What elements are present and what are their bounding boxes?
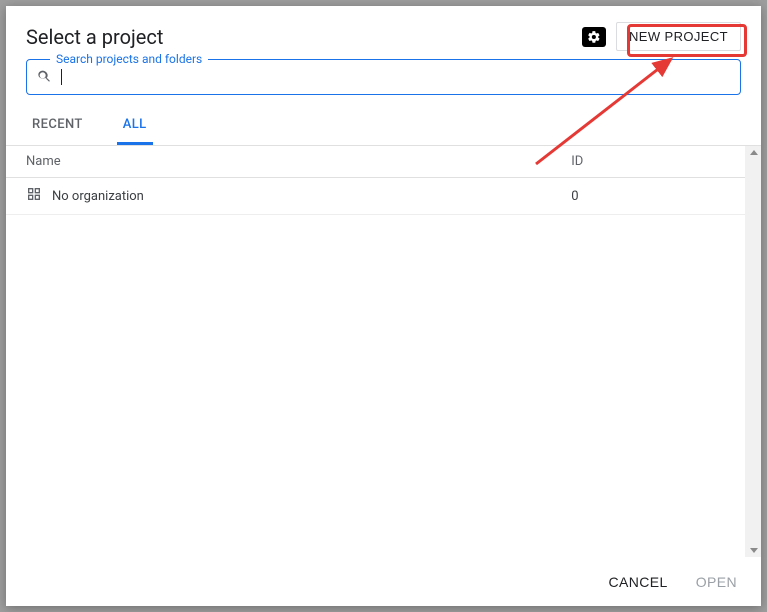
- search-container: Search projects and folders: [6, 59, 761, 107]
- column-header-name: Name: [26, 154, 571, 169]
- cancel-button[interactable]: CANCEL: [609, 574, 668, 590]
- gear-icon: [587, 30, 601, 44]
- open-button: OPEN: [696, 574, 737, 590]
- table-area: Name ID No organization 0: [6, 145, 761, 557]
- organization-icon: [26, 186, 42, 206]
- table-header: Name ID: [6, 146, 745, 178]
- scrollbar[interactable]: [745, 146, 761, 557]
- search-icon: [37, 69, 53, 85]
- search-label: Search projects and folders: [50, 52, 208, 66]
- tabs: RECENT ALL: [6, 107, 761, 145]
- scroll-up-icon: [750, 150, 758, 155]
- settings-button[interactable]: [582, 27, 606, 47]
- project-picker-dialog: Select a project NEW PROJECT Search proj…: [6, 6, 761, 606]
- tab-recent[interactable]: RECENT: [26, 107, 89, 145]
- row-name: No organization: [52, 189, 144, 204]
- new-project-button[interactable]: NEW PROJECT: [616, 22, 741, 51]
- dialog-footer: CANCEL OPEN: [6, 557, 761, 606]
- search-input[interactable]: [70, 69, 730, 85]
- header-actions: NEW PROJECT: [582, 22, 741, 51]
- row-id: 0: [571, 189, 725, 204]
- dialog-title: Select a project: [26, 25, 163, 49]
- scroll-down-icon: [750, 548, 758, 553]
- column-header-id: ID: [571, 154, 725, 169]
- row-name-cell: No organization: [26, 186, 571, 206]
- text-cursor: [61, 69, 62, 85]
- table-row[interactable]: No organization 0: [6, 178, 745, 215]
- tab-all[interactable]: ALL: [117, 107, 153, 145]
